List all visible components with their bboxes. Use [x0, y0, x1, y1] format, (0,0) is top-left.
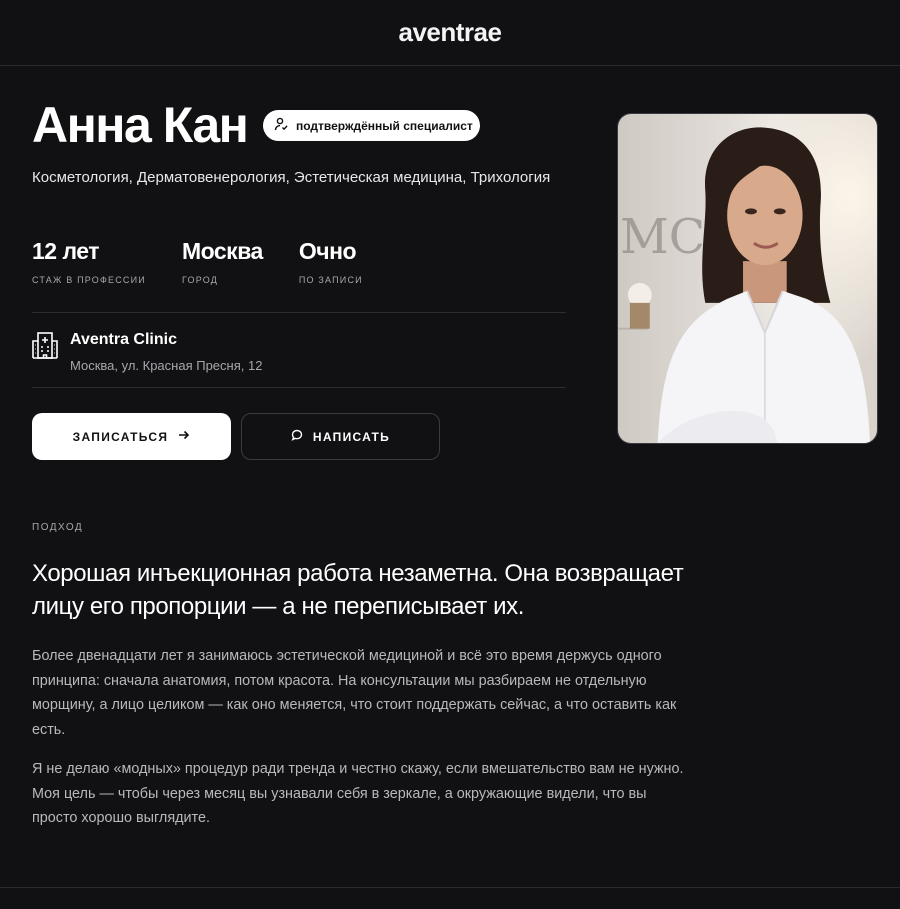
hospital-building-icon	[32, 330, 58, 373]
stat-value: Москва	[181, 238, 263, 264]
clinic-address: Москва, ул. Красная Пресня, 12	[70, 358, 263, 373]
stat-label: по записи	[298, 275, 363, 285]
clinic-info: Aventra Clinic Москва, ул. Красная Пресн…	[32, 330, 262, 373]
chat-bubble-icon	[291, 429, 303, 444]
divider	[32, 312, 566, 313]
approach-paragraph: Я не делаю «модных» процедур ради тренда…	[32, 761, 684, 826]
svg-text:MC: MC	[620, 210, 705, 265]
divider	[32, 387, 566, 388]
verified-badge: подтверждённый специалист	[263, 110, 480, 141]
verified-badge-label: подтверждённый специалист	[296, 118, 473, 133]
specialties: Косметология, Дерматовенерология, Эстети…	[32, 169, 551, 186]
approach-headline: Хорошая инъекционная работа незаметна. О…	[32, 560, 684, 620]
specialist-photo: MC	[617, 113, 878, 444]
message-button[interactable]: НАПИСАТЬ	[241, 413, 440, 460]
top-bar: aventrae	[0, 0, 900, 66]
specialist-profile-page: aventrae Анна Кан подтверждённый специал…	[0, 0, 900, 909]
specialist-name: Анна Кан	[32, 97, 249, 153]
stat-experience: 12 лет стаж в профессии	[32, 236, 146, 285]
stats-row: 12 лет стаж в профессии Москва город Очн…	[32, 236, 399, 285]
book-button-label: ЗАПИСАТЬСЯ	[72, 429, 169, 444]
clinic-name[interactable]: Aventra Clinic	[70, 330, 262, 350]
stat-city: Москва город	[182, 236, 263, 285]
arrow-right-icon	[178, 429, 190, 444]
stat-label: стаж в профессии	[32, 275, 146, 285]
approach-paragraph: Более двенадцати лет я занимаюсь эстетич…	[32, 648, 677, 738]
verified-person-icon	[273, 116, 289, 135]
message-button-label: НАПИСАТЬ	[312, 429, 391, 444]
brand-logo[interactable]: aventrae	[399, 17, 502, 48]
book-button[interactable]: ЗАПИСАТЬСЯ	[32, 413, 231, 460]
stat-value: 12 лет	[32, 238, 100, 264]
section-label: подход	[32, 522, 84, 533]
divider	[0, 887, 900, 888]
stat-label: город	[181, 275, 219, 285]
stat-value: Очно	[298, 238, 357, 264]
stat-format: Очно по записи	[299, 236, 363, 285]
